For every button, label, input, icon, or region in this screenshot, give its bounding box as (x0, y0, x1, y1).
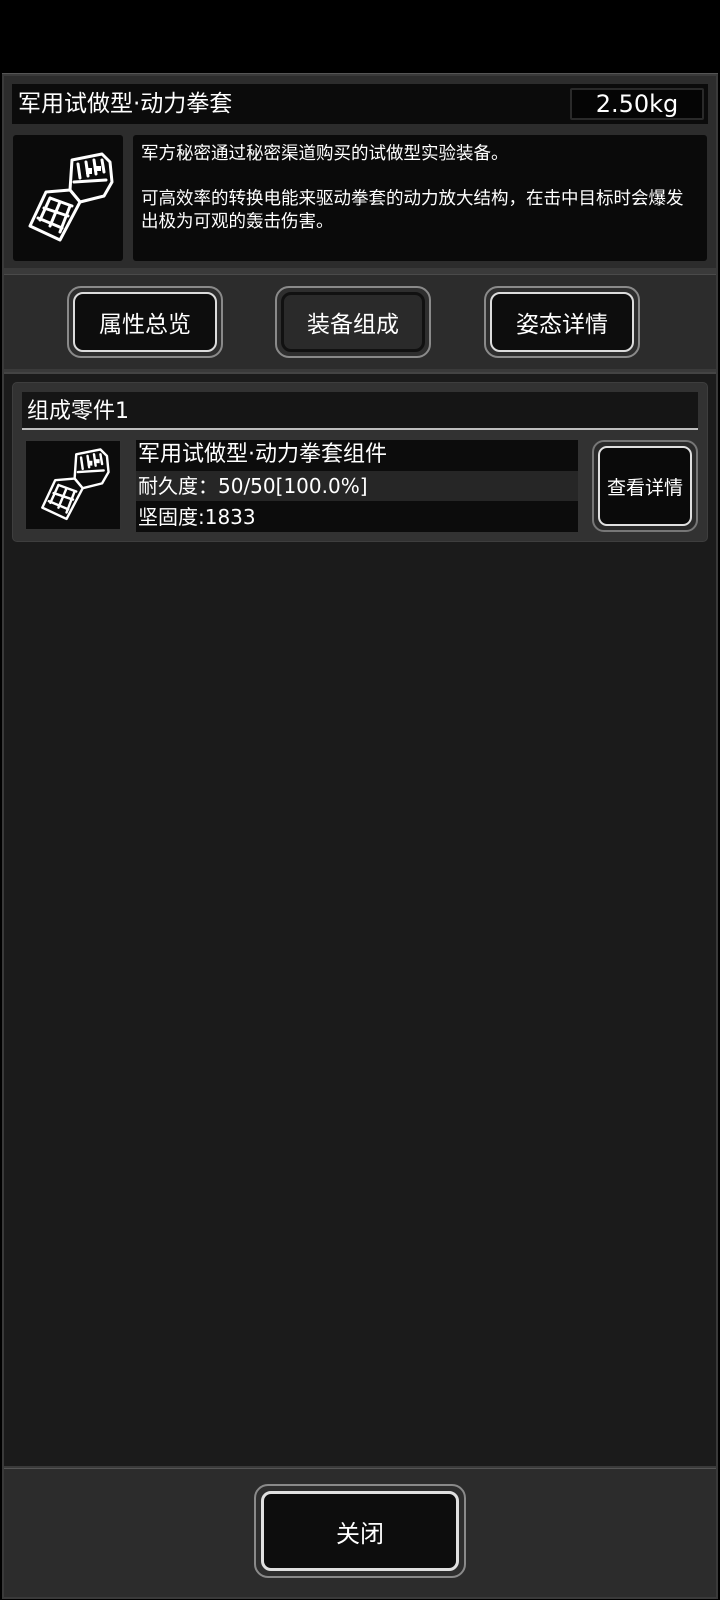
part-icon-box (25, 440, 121, 530)
part-durability: 耐久度：50/50[100.0%] (136, 471, 578, 501)
power-gauntlet-icon (28, 152, 114, 242)
view-details-label: 查看详情 (606, 476, 683, 499)
view-details-button[interactable]: 查看详情 (592, 440, 698, 532)
tab-stance-details[interactable]: 姿态详情 (484, 286, 640, 358)
power-gauntlet-icon (41, 448, 110, 521)
description-paragraph-1: 军方秘密通过秘密渠道购买的试做型实验装备。 (141, 144, 509, 164)
part-name: 军用试做型·动力拳套组件 (136, 440, 578, 470)
part-header: 组成零件1 (27, 399, 129, 424)
tab-label: 姿态详情 (516, 312, 608, 338)
description-paragraph-2: 可高效率的转换电能来驱动拳套的动力放大结构，在击中目标时会爆发出极为可观的轰击伤… (141, 189, 684, 232)
item-weight: 2.50kg (570, 88, 704, 120)
part-hardness: 坚固度:1833 (136, 502, 578, 532)
close-button[interactable]: 关闭 (254, 1484, 466, 1578)
close-button-label: 关闭 (336, 1519, 384, 1548)
item-description: 军方秘密通过秘密渠道购买的试做型实验装备。 可高效率的转换电能来驱动拳套的动力放… (133, 135, 707, 261)
tab-equipment-composition[interactable]: 装备组成 (275, 286, 431, 358)
item-icon-box (13, 135, 123, 261)
tab-label: 装备组成 (307, 312, 399, 338)
tab-label: 属性总览 (99, 312, 191, 338)
item-title: 军用试做型·动力拳套 (18, 91, 233, 117)
tab-attributes-overview[interactable]: 属性总览 (67, 286, 223, 358)
status-bar-area (0, 0, 720, 72)
